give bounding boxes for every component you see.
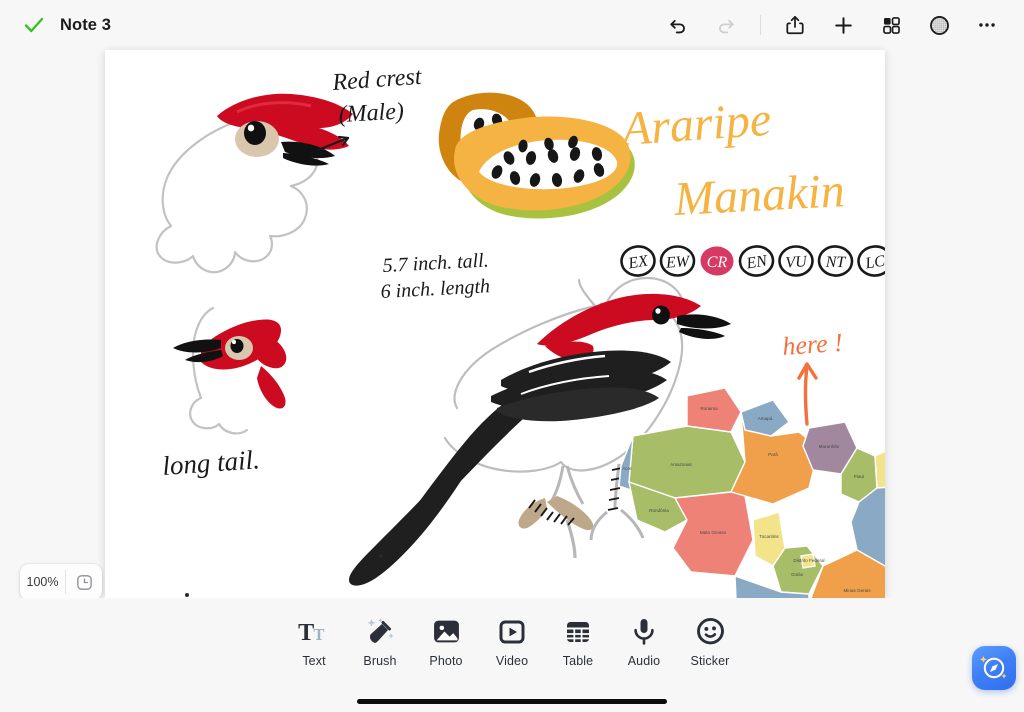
status-badge-label: CR xyxy=(707,254,728,271)
bird-head-sketch-small xyxy=(173,306,287,435)
redo-button[interactable] xyxy=(711,10,741,40)
grid-button[interactable] xyxy=(876,10,906,40)
tool-label: Text xyxy=(302,654,326,668)
status-badge-label: EW xyxy=(664,253,691,272)
tool-list: T T Text Brush Photo Video Table Audio S… xyxy=(281,612,743,668)
status-badge-cr[interactable]: CR xyxy=(699,245,734,277)
photo-icon xyxy=(432,612,461,646)
share-icon xyxy=(786,15,804,35)
svg-text:T: T xyxy=(313,625,324,644)
map-state-label: Goiás xyxy=(791,572,804,577)
page-title: Note 3 xyxy=(60,15,112,34)
map-state-label: Amazonas xyxy=(670,462,692,467)
globe-icon xyxy=(929,15,949,35)
brazil-states-map: Amazonas Roraima Amapá Pará Acre Rondônia Mato… xyxy=(618,387,885,598)
top-toolbar: Note 3 xyxy=(0,0,1024,50)
annotation-here: here ! xyxy=(781,328,843,361)
map-state-label: Minas Gerais xyxy=(843,588,871,593)
compass-sparkle-icon xyxy=(980,656,1007,679)
status-badge-label: EN xyxy=(744,252,769,272)
annotation-red-crest-line1: Red crest xyxy=(331,64,424,96)
status-badge-en[interactable]: EN xyxy=(738,245,775,277)
status-badge-lc[interactable]: LC xyxy=(857,245,885,277)
status-badge-vu[interactable]: VU xyxy=(778,245,814,277)
status-badge-ew[interactable]: EW xyxy=(659,245,696,277)
plus-icon xyxy=(834,16,852,34)
brush-icon xyxy=(364,612,396,646)
more-button[interactable] xyxy=(972,10,1002,40)
map-state-label: Rondônia xyxy=(649,508,669,513)
top-toolbar-actions xyxy=(663,10,1024,40)
svg-text:T: T xyxy=(298,620,314,646)
undo-icon xyxy=(670,19,685,34)
tool-brush[interactable]: Brush xyxy=(347,612,413,668)
annotation-red-crest-line2: (Male) xyxy=(338,99,405,128)
tool-label: Audio xyxy=(627,654,661,668)
video-icon xyxy=(498,612,526,646)
annotation-species-line2: Manakin xyxy=(672,164,846,226)
grid-icon xyxy=(882,16,900,34)
top-toolbar-left: Note 3 xyxy=(0,13,111,37)
map-state-label: Piauí xyxy=(854,474,865,479)
tool-label: Brush xyxy=(363,654,397,668)
map-state-label: Tocantins xyxy=(759,534,779,539)
ai-assistant-button[interactable] xyxy=(972,646,1016,690)
iucn-status-scale[interactable]: EX EW CR EN VU NT LC xyxy=(620,245,885,277)
zoom-control[interactable]: 100% xyxy=(20,564,102,600)
status-badge-label: EX xyxy=(626,252,650,272)
table-icon xyxy=(564,612,592,646)
bird-head-sketch-top xyxy=(155,93,353,274)
note-drawing: Red crest (Male) Araripe Manakin EX EW C… xyxy=(155,64,885,598)
fit-to-screen-icon xyxy=(76,574,92,590)
tool-label: Video xyxy=(495,654,529,668)
ellipsis-icon xyxy=(979,23,995,27)
fit-to-screen-button[interactable] xyxy=(66,573,102,592)
note-canvas[interactable]: Red crest (Male) Araripe Manakin EX EW C… xyxy=(105,50,885,598)
map-state-label: Maranhão xyxy=(819,444,840,449)
map-state-label: Roraima xyxy=(700,406,718,411)
status-badge-label: LC xyxy=(863,253,885,273)
map-state-label: Mato Grosso xyxy=(700,530,727,535)
done-check-icon[interactable] xyxy=(22,13,46,37)
redo-icon xyxy=(719,19,734,34)
status-badge-nt[interactable]: NT xyxy=(817,245,854,277)
annotation-species-line1: Araripe xyxy=(617,93,773,156)
undo-button[interactable] xyxy=(663,10,693,40)
tool-text[interactable]: T T Text xyxy=(281,612,347,668)
map-state-label: Distrito Federal xyxy=(793,558,824,563)
tool-video[interactable]: Video xyxy=(479,612,545,668)
status-badge-label: VU xyxy=(785,253,809,272)
map-state-label: Amapá xyxy=(758,416,773,421)
tool-sticker[interactable]: Sticker xyxy=(677,612,743,668)
here-arrow xyxy=(797,362,818,426)
add-button[interactable] xyxy=(828,10,858,40)
status-badge-label: NT xyxy=(825,254,847,271)
bird-eye xyxy=(244,121,266,145)
annotation-long-tail: long tail. xyxy=(161,444,260,481)
papaya-illustration xyxy=(438,92,635,219)
bottom-toolbar: T T Text Brush Photo Video Table Audio S… xyxy=(0,598,1024,712)
tool-table[interactable]: Table xyxy=(545,612,611,668)
annotation-measure-line1: 5.7 inch. tall. xyxy=(382,249,489,277)
home-indicator xyxy=(357,699,667,704)
sticker-icon xyxy=(696,612,725,646)
zoom-level-label[interactable]: 100% xyxy=(20,575,65,589)
note-app-window: Note 3 Red crest (Male) Araripe Manakin … xyxy=(0,0,1024,712)
toolbar-divider xyxy=(760,15,761,35)
tool-photo[interactable]: Photo xyxy=(413,612,479,668)
share-button[interactable] xyxy=(780,10,810,40)
annotation-measure-line2: 6 inch. length xyxy=(380,275,490,303)
tool-label: Photo xyxy=(429,654,463,668)
map-state-label: Pará xyxy=(768,452,778,457)
tool-label: Table xyxy=(562,654,594,668)
tool-audio[interactable]: Audio xyxy=(611,612,677,668)
tool-label: Sticker xyxy=(690,654,730,668)
audio-icon xyxy=(631,612,657,646)
status-badge-ex[interactable]: EX xyxy=(620,245,656,277)
map-state-label: Acre xyxy=(622,466,632,471)
paper-style-button[interactable] xyxy=(924,10,954,40)
text-icon: T T xyxy=(298,612,331,646)
